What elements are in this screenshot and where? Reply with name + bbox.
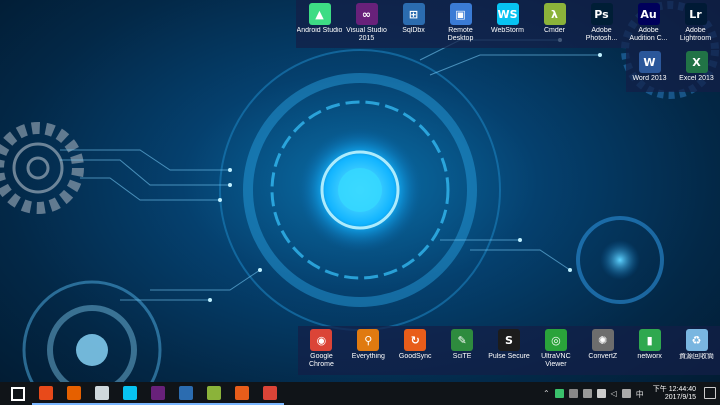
desktop-shortcut[interactable]: X Excel 2013	[673, 48, 720, 83]
desktop-shortcut[interactable]: ∞ Visual Studio 2015	[343, 0, 390, 43]
scite-icon: ✎	[451, 329, 474, 351]
desktop-shortcut[interactable]: W Word 2013	[626, 48, 673, 83]
desktop-shortcut[interactable]: ▣ Remote Desktop	[437, 0, 484, 43]
desktop-shortcut[interactable]: ◉ Google Chrome	[298, 326, 345, 369]
shortcut-label: Visual Studio 2015	[346, 27, 387, 42]
lightroom-icon: Lr	[684, 3, 707, 25]
webstorm-icon	[123, 385, 137, 400]
ime-icon[interactable]: 中	[636, 389, 644, 399]
desktop-shortcut[interactable]: Au Adobe Audition C...	[625, 0, 672, 43]
cmder-icon	[207, 385, 221, 400]
tray-app-icon[interactable]	[582, 389, 592, 398]
shortcut-label: Google Chrome	[308, 353, 334, 368]
desktop-shortcut[interactable]: Ps Adobe Photosh...	[578, 0, 625, 43]
taskbar-chrome[interactable]	[256, 382, 284, 405]
excel-icon: X	[685, 51, 708, 73]
orange-app-icon	[39, 385, 53, 400]
chevron-up-icon[interactable]: ⌃	[543, 389, 550, 398]
volume-icon[interactable]: ◁	[611, 389, 617, 398]
shortcut-label: networx	[637, 353, 662, 360]
shortcut-label: ConvertZ	[588, 353, 618, 360]
taskbar-goodsync[interactable]	[228, 382, 256, 405]
taskbar-app-1[interactable]	[32, 382, 60, 405]
taskbar-firefox[interactable]	[60, 382, 88, 405]
convertz-icon: ✺	[591, 329, 614, 351]
shortcut-label: Adobe Audition C...	[629, 27, 668, 42]
taskbar-webstorm[interactable]	[116, 382, 144, 405]
shortcut-label: Remote Desktop	[447, 27, 474, 42]
shortcut-label: WebStorm	[491, 27, 524, 34]
shortcut-label: Cmder	[543, 27, 565, 34]
webstorm-icon: WS	[496, 3, 519, 25]
desktop-shortcut[interactable]: WS WebStorm	[484, 0, 531, 35]
networx-icon: ▮	[638, 329, 661, 351]
clock-time: 下午 12:44:40	[652, 385, 696, 393]
desktop-shortcut[interactable]: ⚲ Everything	[345, 326, 392, 361]
desktop-shortcut[interactable]: ▮ networx	[626, 326, 673, 361]
clock[interactable]: 下午 12:44:40 2017/9/15	[653, 386, 696, 402]
desktop-shortcut[interactable]: ▲ Android Studio	[296, 0, 343, 35]
desktop-shortcut[interactable]: ↻ GoodSync	[392, 326, 439, 361]
goodsync-icon: ↻	[404, 329, 427, 351]
taskbar-file[interactable]	[88, 382, 116, 405]
recycle-bin-icon: ♻	[685, 329, 708, 351]
chrome-icon	[263, 385, 277, 400]
taskbar: ⌃ ◁ 中 下午 12:44:40 2017/9/15	[0, 382, 720, 405]
network-icon[interactable]	[596, 389, 606, 398]
everything-icon: ⚲	[357, 329, 380, 351]
keyboard-icon[interactable]	[621, 389, 631, 398]
shortcut-label: 資源回收筒	[679, 353, 715, 360]
taskbar-visual-studio[interactable]	[144, 382, 172, 405]
sqldbx-icon	[179, 385, 193, 400]
notification-icon[interactable]	[704, 387, 716, 399]
android-studio-icon: ▲	[308, 3, 331, 25]
shortcut-label: Excel 2013	[679, 75, 714, 82]
shortcut-label: Adobe Photosh...	[585, 27, 618, 42]
taskbar-sqldbx[interactable]	[172, 382, 200, 405]
desktop-shortcut[interactable]: S Pulse Secure	[486, 326, 533, 361]
bottom-app-dock: ◉ Google Chrome ⚲ Everything ↻ GoodSync ✎ SciTE…	[298, 326, 720, 375]
pulse-secure-icon: S	[498, 329, 520, 351]
desktop-wallpaper	[0, 1, 719, 382]
desktop-shortcut[interactable]: Lr Adobe Lightroom	[672, 0, 719, 43]
chrome-icon: ◉	[310, 329, 333, 351]
firefox-icon	[67, 385, 81, 400]
document-icon	[95, 385, 109, 400]
shortcut-label: Adobe Lightroom	[679, 27, 712, 42]
taskbar-cmder[interactable]	[200, 382, 228, 405]
desktop-shortcut[interactable]: ✺ ConvertZ	[579, 326, 626, 361]
visual-studio-icon: ∞	[355, 3, 378, 25]
visual-studio-icon	[151, 385, 165, 400]
shortcut-label: SciTE	[452, 353, 472, 360]
remote-desktop-icon: ▣	[449, 3, 472, 25]
shortcut-label: Everything	[351, 353, 385, 360]
shortcut-label: UltraVNC Viewer	[541, 353, 571, 368]
tray-app-icon[interactable]	[554, 389, 564, 398]
desktop-shortcut[interactable]: ♻ 資源回收筒	[673, 326, 720, 361]
top-app-dock: ▲ Android Studio ∞ Visual Studio 2015 ⊞ SqlDb…	[296, 0, 720, 48]
system-tray: ⌃ ◁ 中 下午 12:44:40 2017/9/15	[543, 382, 696, 405]
shortcut-label: GoodSync	[398, 353, 432, 360]
start-menu[interactable]	[4, 382, 32, 405]
clock-date: 2017/9/15	[664, 393, 696, 401]
word-icon: W	[638, 51, 661, 73]
shortcut-label: Pulse Secure	[488, 353, 530, 360]
side-app-dock: W Word 2013 X Excel 2013	[626, 48, 720, 92]
goodsync-icon	[235, 385, 249, 400]
desktop-shortcut[interactable]: ⊞ SqlDbx	[390, 0, 437, 35]
shortcut-label: Android Studio	[296, 27, 343, 34]
shortcut-label: Word 2013	[632, 75, 667, 82]
desktop-shortcut[interactable]: ✎ SciTE	[439, 326, 486, 361]
tray-app-icon[interactable]	[568, 389, 578, 398]
windows-logo-icon	[11, 386, 25, 401]
shortcut-label: SqlDbx	[402, 27, 425, 34]
sqldbx-icon: ⊞	[402, 3, 425, 25]
photoshop-icon: Ps	[590, 3, 613, 25]
desktop-shortcut[interactable]: λ Cmder	[531, 0, 578, 35]
desktop-shortcut[interactable]: ◎ UltraVNC Viewer	[532, 326, 579, 369]
audition-icon: Au	[637, 3, 660, 25]
ultravnc-icon: ◎	[544, 329, 567, 351]
cmder-icon: λ	[543, 3, 566, 25]
